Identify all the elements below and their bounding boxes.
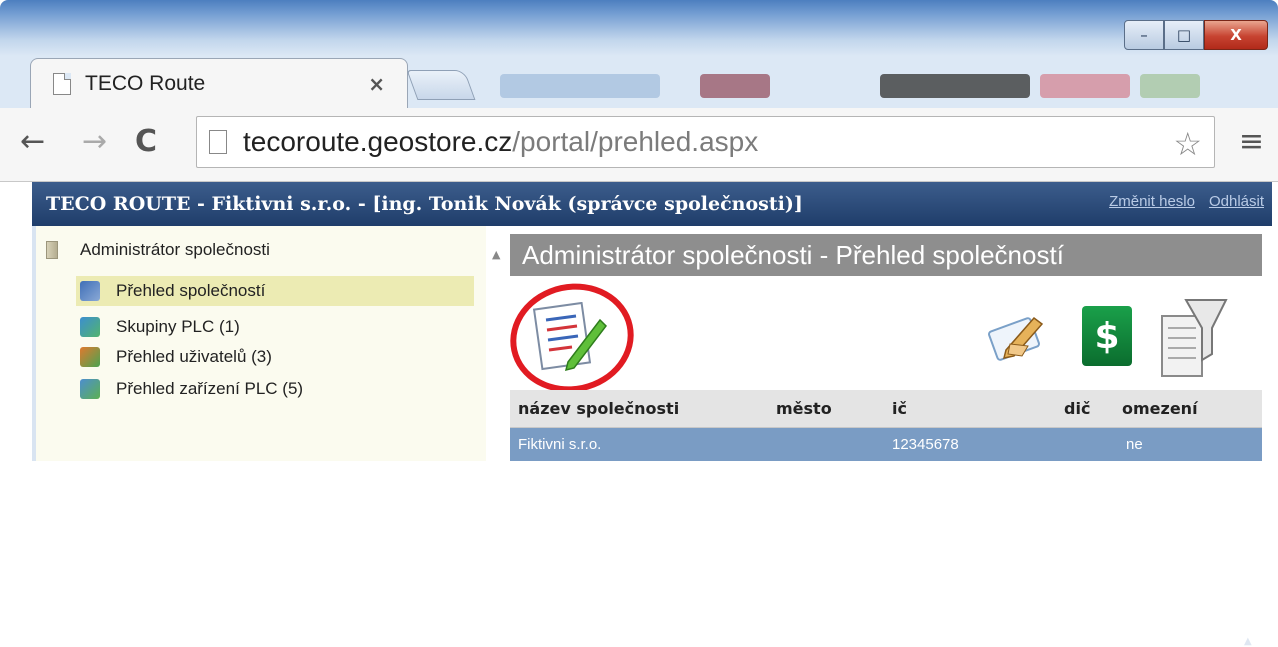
url-path: /portal/prehled.aspx [512, 126, 759, 157]
forward-arrow-icon[interactable]: → [82, 124, 107, 159]
book-icon [46, 241, 58, 259]
logout-link[interactable]: Odhlásit [1209, 193, 1264, 210]
table-cell: Fiktivni s.r.o. [518, 436, 602, 453]
content-title: Administrátor společnosti - Přehled spol… [522, 239, 1064, 270]
filter-icon[interactable] [1158, 294, 1228, 382]
page-title: TECO ROUTE - Fiktivni s.r.o. - [ing. Ton… [46, 193, 803, 215]
page-icon [209, 130, 227, 154]
background-blur [1040, 74, 1130, 98]
sidebar-item-plc-groups[interactable]: Skupiny PLC (1) [76, 312, 476, 342]
column-header[interactable]: název společnosti [518, 399, 679, 418]
users-icon [80, 347, 100, 367]
background-blur [1140, 74, 1200, 98]
table-header: název společnosti město ič dič omezení [510, 390, 1262, 428]
table-cell: 12345678 [892, 436, 959, 453]
background-blur [500, 74, 660, 98]
bookmark-star-icon[interactable]: ☆ [1173, 125, 1202, 163]
table-cell: ne [1126, 436, 1143, 453]
browser-tab[interactable]: TECO Route × [30, 58, 408, 108]
column-header[interactable]: dič [1064, 399, 1090, 418]
collapse-sidebar-icon[interactable]: ▲ [492, 248, 500, 261]
reload-icon[interactable]: C [135, 124, 157, 159]
page-icon [53, 72, 71, 95]
maximize-button[interactable]: □ [1164, 20, 1204, 50]
sidebar-item-label: Skupiny PLC (1) [116, 317, 240, 336]
content-title-bar: Administrátor společnosti - Přehled spol… [510, 234, 1262, 276]
sidebar-item-companies[interactable]: Přehled společností [76, 276, 474, 306]
dollar-icon[interactable]: $ [1082, 306, 1132, 366]
plc-groups-icon [80, 317, 100, 337]
header-links: Změnit heslo Odhlásit [1109, 193, 1264, 210]
back-arrow-icon[interactable]: ← [20, 124, 45, 159]
window-controls: – □ X [1124, 20, 1268, 50]
sidebar-item-label: Přehled uživatelů (3) [116, 347, 272, 366]
highlight-circle [500, 272, 644, 404]
menu-icon[interactable]: ≡ [1239, 124, 1264, 159]
sidebar-item-label: Přehled zařízení PLC (5) [116, 379, 304, 398]
column-header[interactable]: město [776, 399, 832, 418]
sidebar-root-item[interactable]: Administrátor společnosti [46, 240, 270, 260]
edit-pen-icon[interactable] [988, 310, 1048, 362]
column-header[interactable]: ič [892, 399, 907, 418]
sidebar-item-label: Přehled společností [116, 281, 266, 300]
browser-window-frame: – □ X TECO Route × ← → C tecoroute.geost… [0, 0, 1278, 182]
tab-title: TECO Route [85, 71, 206, 95]
address-bar[interactable]: tecoroute.geostore.cz/portal/prehled.asp… [196, 116, 1215, 168]
plc-devices-icon [80, 379, 100, 399]
new-tab-button[interactable] [406, 70, 476, 100]
sidebar-item-plc-devices[interactable]: Přehled zařízení PLC (5) [76, 374, 476, 404]
minimize-button[interactable]: – [1124, 20, 1164, 50]
url-host: tecoroute.geostore.cz [243, 126, 513, 157]
tab-close-button[interactable]: × [368, 72, 385, 96]
column-header[interactable]: omezení [1122, 399, 1198, 418]
browser-toolbar: ← → C tecoroute.geostore.cz/portal/prehl… [0, 108, 1278, 182]
companies-icon [80, 281, 100, 301]
background-blur [880, 74, 1030, 98]
background-blur [700, 74, 770, 98]
sidebar-item-users[interactable]: Přehled uživatelů (3) [76, 342, 476, 372]
table-row[interactable]: Fiktivni s.r.o. 12345678 ne ▲ [510, 428, 1262, 647]
sidebar-root-label: Administrátor společnosti [80, 240, 270, 259]
change-password-link[interactable]: Změnit heslo [1109, 193, 1195, 210]
main-content: Administrátor společnosti - Přehled spol… [500, 226, 1272, 647]
sidebar: Administrátor společnosti Přehled společ… [36, 226, 486, 461]
app-header: TECO ROUTE - Fiktivni s.r.o. - [ing. Ton… [32, 182, 1272, 226]
close-window-button[interactable]: X [1204, 20, 1268, 50]
scroll-up-icon[interactable]: ▲ [1244, 636, 1252, 647]
